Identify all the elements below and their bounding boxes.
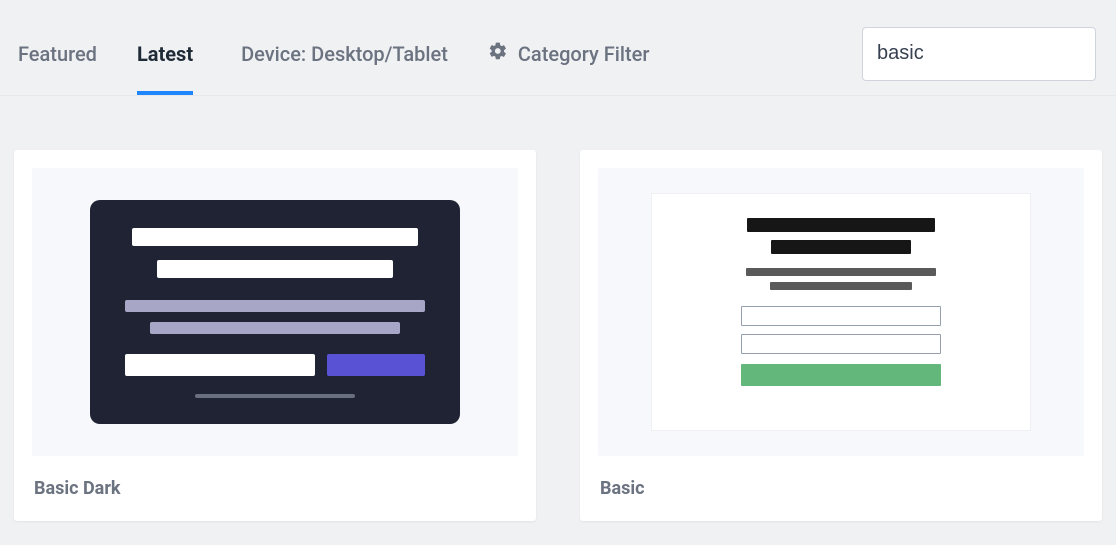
search-input[interactable] (877, 42, 1116, 65)
card-grid: Basic Dark Basic (0, 96, 1116, 521)
preview-basic-dark (90, 200, 460, 424)
category-filter[interactable]: Category Filter (488, 21, 650, 94)
search-box (862, 27, 1096, 81)
card-title: Basic (580, 474, 1102, 521)
template-card-basic[interactable]: Basic (580, 150, 1102, 521)
tab-device[interactable]: Device: Desktop/Tablet (241, 22, 448, 94)
template-card-basic-dark[interactable]: Basic Dark (14, 150, 536, 521)
card-preview (32, 168, 518, 456)
preview-basic (651, 193, 1031, 431)
card-preview (598, 168, 1084, 456)
tab-latest[interactable]: Latest (137, 22, 193, 94)
tab-featured[interactable]: Featured (18, 22, 97, 94)
gear-icon (488, 41, 508, 66)
card-title: Basic Dark (14, 474, 536, 521)
toolbar: Featured Latest Device: Desktop/Tablet C… (0, 0, 1116, 96)
tabs: Featured Latest Device: Desktop/Tablet (18, 22, 448, 94)
category-filter-label: Category Filter (518, 42, 650, 66)
